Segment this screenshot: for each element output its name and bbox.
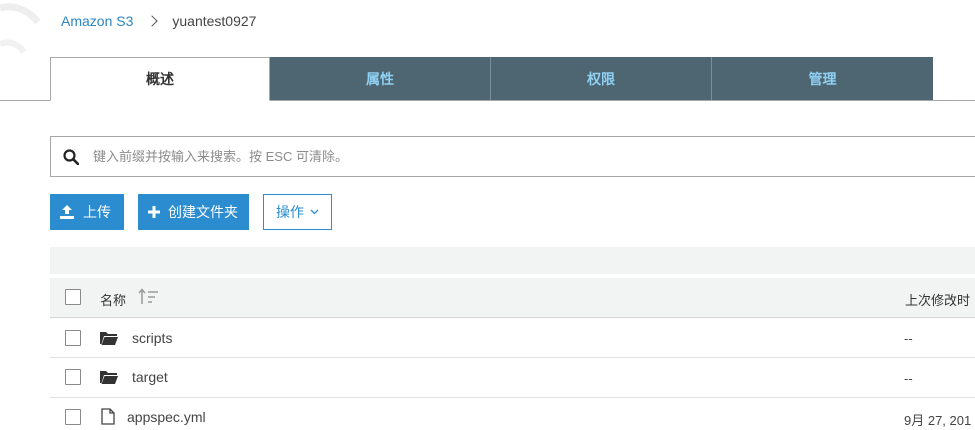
breadcrumb: Amazon S3 yuantest0927: [61, 12, 256, 30]
create-folder-button-label: 创建文件夹: [168, 204, 238, 220]
plus-icon: [148, 206, 160, 218]
row-last-modified: 9月 27, 201: [904, 413, 972, 428]
row-name-link[interactable]: scripts: [132, 330, 172, 346]
row-last-modified: --: [904, 331, 913, 346]
folder-icon: [100, 332, 118, 345]
table-header: 名称 上次修改时: [50, 278, 975, 318]
sort-icon[interactable]: [138, 288, 160, 306]
folder-icon: [100, 371, 118, 384]
breadcrumb-amazon-s3-link[interactable]: Amazon S3: [61, 13, 133, 29]
bucket-tabs: 概述 属性 权限 管理: [50, 57, 933, 101]
actions-dropdown-button[interactable]: 操作: [263, 194, 332, 230]
row-checkbox[interactable]: [65, 330, 81, 346]
table-row[interactable]: target --: [50, 358, 975, 398]
upload-button[interactable]: 上传: [50, 194, 124, 230]
search-input[interactable]: [93, 141, 893, 172]
select-all-checkbox[interactable]: [65, 289, 81, 305]
chevron-down-icon: [310, 209, 319, 215]
row-checkbox[interactable]: [65, 409, 81, 425]
upload-button-label: 上传: [83, 204, 111, 220]
tab-overview[interactable]: 概述: [50, 57, 270, 101]
breadcrumb-current-bucket: yuantest0927: [172, 13, 257, 29]
create-folder-button[interactable]: 创建文件夹: [138, 194, 249, 230]
column-header-name: 名称: [100, 293, 127, 308]
action-toolbar: 上传 创建文件夹 操作: [50, 194, 332, 230]
table-row[interactable]: appspec.yml 9月 27, 201: [50, 398, 975, 430]
row-name-link[interactable]: target: [132, 369, 168, 385]
table-row[interactable]: scripts --: [50, 318, 975, 358]
tab-properties[interactable]: 属性: [270, 57, 491, 100]
row-last-modified: --: [904, 371, 913, 386]
chevron-right-icon: [146, 15, 159, 27]
file-icon: [101, 408, 115, 425]
tab-management[interactable]: 管理: [712, 57, 933, 100]
s3-bucket-page: Amazon S3 yuantest0927 概述 属性 权限 管理 上传: [0, 0, 975, 430]
corner-decoration: [0, 3, 40, 54]
row-checkbox[interactable]: [65, 369, 81, 385]
table-toolbar-band: [50, 247, 975, 274]
upload-icon: [60, 205, 74, 219]
actions-dropdown-label: 操作: [276, 204, 304, 220]
search-box: [50, 136, 975, 177]
column-header-last-modified: 上次修改时: [905, 293, 971, 308]
search-icon: [63, 148, 79, 165]
tab-permissions[interactable]: 权限: [491, 57, 712, 100]
row-name-link[interactable]: appspec.yml: [127, 409, 206, 425]
